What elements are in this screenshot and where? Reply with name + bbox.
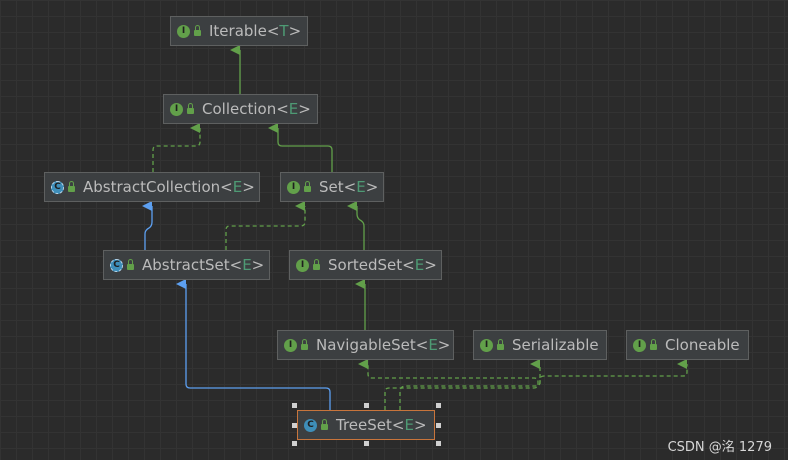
node-collection[interactable]: I Collection < E > bbox=[163, 94, 318, 124]
node-label: SortedSet bbox=[328, 256, 403, 274]
type-bracket-open: < bbox=[266, 22, 280, 40]
type-bracket-open: < bbox=[415, 336, 429, 354]
public-access-icon bbox=[304, 181, 311, 192]
type-bracket-open: < bbox=[229, 256, 243, 274]
edge-treeset-cloneable bbox=[539, 359, 688, 384]
interface-icon: I bbox=[633, 338, 646, 352]
node-label: TreeSet bbox=[336, 416, 392, 434]
type-bracket-close: > bbox=[288, 22, 302, 40]
node-label: Cloneable bbox=[665, 336, 740, 354]
node-abstract-collection[interactable]: C AbstractCollection < E > bbox=[44, 172, 260, 202]
node-label: AbstractSet bbox=[142, 256, 230, 274]
resize-handle-middle-right[interactable] bbox=[436, 423, 441, 428]
resize-handle-middle-left[interactable] bbox=[292, 423, 297, 428]
type-bracket-close: > bbox=[424, 256, 437, 274]
node-navigable-set[interactable]: I NavigableSet < E > bbox=[277, 330, 454, 360]
node-iterable[interactable]: I Iterable < T > bbox=[170, 16, 308, 46]
public-access-icon bbox=[194, 25, 201, 36]
node-set[interactable]: I Set < E > bbox=[280, 172, 384, 202]
edge-abstractset-abstractcollection bbox=[142, 201, 153, 250]
node-label: Iterable bbox=[209, 22, 267, 40]
public-access-icon bbox=[321, 419, 328, 430]
interface-icon: I bbox=[170, 102, 183, 116]
resize-handle-bottom-center[interactable] bbox=[364, 441, 369, 446]
node-abstract-set[interactable]: C AbstractSet < E > bbox=[103, 250, 270, 280]
type-bracket-open: < bbox=[391, 416, 405, 434]
edge-sortedset-set bbox=[347, 201, 365, 250]
interface-icon: I bbox=[480, 338, 493, 352]
node-serializable[interactable]: I Serializable bbox=[473, 330, 607, 360]
edge-abstractset-set bbox=[225, 201, 306, 250]
resize-handle-bottom-right[interactable] bbox=[436, 441, 441, 446]
node-cloneable[interactable]: I Cloneable bbox=[626, 330, 749, 360]
edge-abstractcollection-collection bbox=[152, 123, 201, 172]
type-param: E bbox=[404, 416, 414, 434]
node-label: Serializable bbox=[512, 336, 599, 354]
type-param: E bbox=[428, 336, 438, 354]
edge-treeset-serializable bbox=[399, 359, 541, 410]
class-icon: C bbox=[304, 418, 317, 432]
public-access-icon bbox=[497, 339, 504, 350]
public-access-icon bbox=[127, 259, 134, 270]
node-label: Collection bbox=[202, 100, 277, 118]
type-bracket-open: < bbox=[276, 100, 289, 118]
abstract-class-icon: C bbox=[110, 258, 123, 272]
type-bracket-close: > bbox=[365, 178, 379, 196]
node-sorted-set[interactable]: I SortedSet < E > bbox=[289, 250, 442, 280]
type-param: E bbox=[232, 178, 243, 196]
edges-layer bbox=[142, 45, 688, 410]
resize-handle-top-right[interactable] bbox=[436, 403, 441, 408]
type-bracket-open: < bbox=[343, 178, 357, 196]
node-label: AbstractCollection bbox=[83, 178, 221, 196]
public-access-icon bbox=[313, 259, 320, 270]
interface-icon: I bbox=[177, 24, 190, 38]
interface-icon: I bbox=[296, 258, 309, 272]
node-label: Set bbox=[319, 178, 344, 196]
type-bracket-open: < bbox=[402, 256, 415, 274]
interface-icon: I bbox=[287, 180, 300, 194]
resize-handle-bottom-left[interactable] bbox=[292, 441, 297, 446]
type-bracket-close: > bbox=[413, 416, 427, 434]
type-param: E bbox=[414, 256, 425, 274]
resize-handle-top-center[interactable] bbox=[364, 403, 369, 408]
type-bracket-open: < bbox=[220, 178, 233, 196]
public-access-icon bbox=[187, 103, 194, 114]
public-access-icon bbox=[68, 181, 75, 192]
node-label: NavigableSet bbox=[316, 336, 416, 354]
watermark: CSDN @洺 1279 bbox=[667, 440, 772, 455]
edge-treeset-navigableset bbox=[358, 359, 539, 410]
type-bracket-close: > bbox=[251, 256, 265, 274]
type-param: T bbox=[279, 22, 289, 40]
public-access-icon bbox=[650, 339, 657, 350]
type-param: E bbox=[288, 100, 299, 118]
resize-handle-top-left[interactable] bbox=[292, 403, 297, 408]
type-param: E bbox=[356, 178, 366, 196]
type-bracket-close: > bbox=[298, 100, 311, 118]
edge-set-collection bbox=[268, 123, 333, 172]
node-tree-set[interactable]: C TreeSet < E > bbox=[297, 410, 435, 440]
type-bracket-close: > bbox=[437, 336, 451, 354]
type-bracket-close: > bbox=[242, 178, 255, 196]
type-param: E bbox=[242, 256, 252, 274]
abstract-class-icon: C bbox=[51, 180, 64, 194]
public-access-icon bbox=[301, 339, 308, 350]
interface-icon: I bbox=[284, 338, 297, 352]
